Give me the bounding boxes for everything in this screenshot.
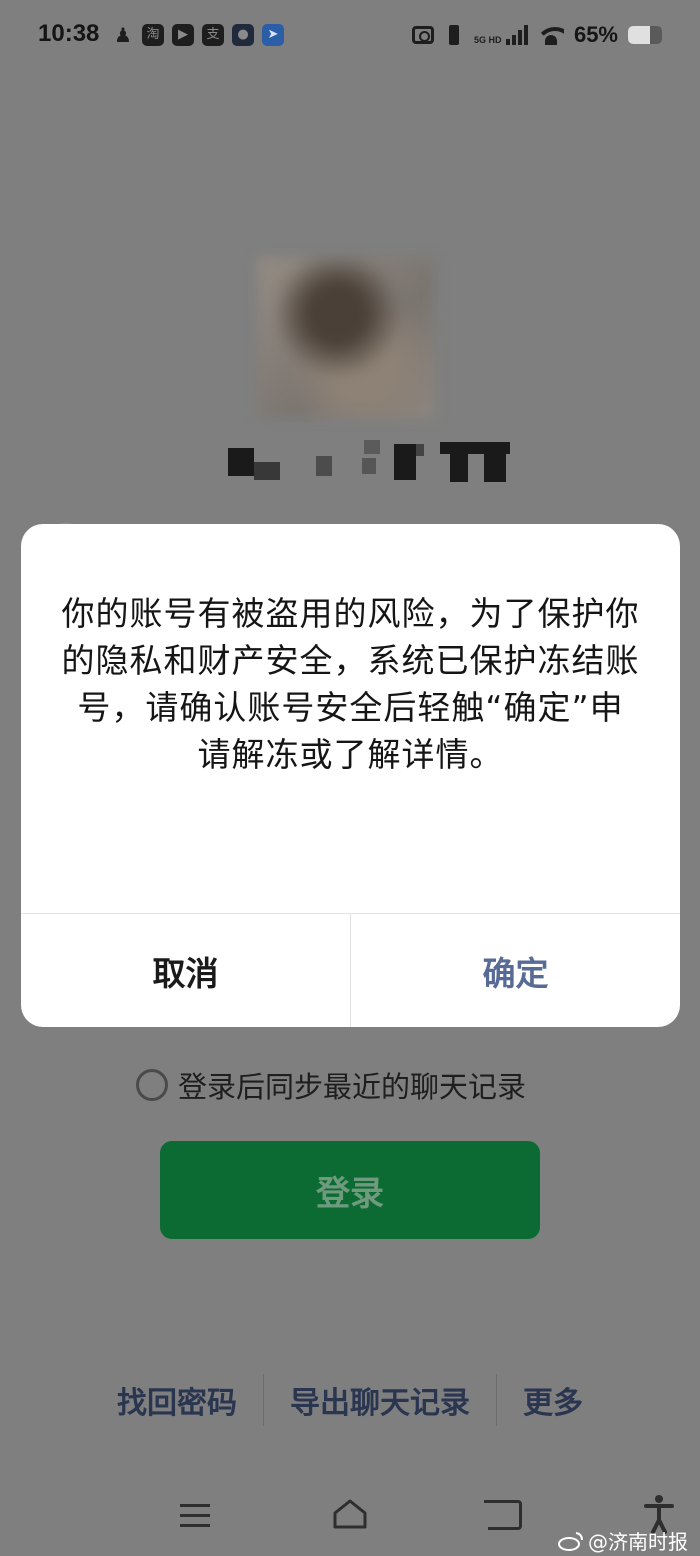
sync-chat-option[interactable]: 登录后同步最近的聊天记录 xyxy=(136,1064,526,1106)
home-icon[interactable] xyxy=(332,1498,368,1530)
battery-fill xyxy=(628,26,651,44)
watermark: @济南时报 xyxy=(558,1526,688,1555)
app-icon: ● xyxy=(232,24,254,46)
qq-icon: ♟ xyxy=(114,23,132,47)
taobao-icon: 淘 xyxy=(142,24,164,46)
status-bar: 10:38 ♟ 淘 ▶ 支 ● ➤ 5G HD 65% xyxy=(0,0,700,76)
menu-icon[interactable] xyxy=(180,1504,210,1534)
battery-icon xyxy=(628,26,662,44)
weibo-icon xyxy=(558,1531,583,1551)
system-icons: 5G HD 65% xyxy=(411,22,662,48)
vibrate-icon xyxy=(444,24,464,46)
notification-icons: ♟ 淘 ▶ 支 ● ➤ xyxy=(112,24,284,46)
alipay-icon: 支 xyxy=(202,24,224,46)
avatar xyxy=(258,258,434,418)
signal-icon xyxy=(505,25,528,45)
watermark-text: @济南时报 xyxy=(588,1530,688,1554)
more-link[interactable]: 更多 xyxy=(497,1378,609,1422)
wifi-icon xyxy=(537,25,564,45)
recover-password-link[interactable]: 找回密码 xyxy=(91,1378,263,1422)
dialog-message: 你的账号有被盗用的风险，为了保护你的隐私和财产安全，系统已保护冻结账号，请确认账… xyxy=(61,594,640,774)
network-label: 5G HD xyxy=(473,35,502,45)
account-frozen-dialog: 你的账号有被盗用的风险，为了保护你的隐私和财产安全，系统已保护冻结账号，请确认账… xyxy=(21,524,680,1027)
status-time: 10:38 xyxy=(38,20,100,47)
battery-percent: 65% xyxy=(573,22,618,47)
confirm-button[interactable]: 确定 xyxy=(351,914,680,1027)
bottom-links: 找回密码 导出聊天记录 更多 xyxy=(0,1372,700,1428)
sync-radio-button[interactable] xyxy=(136,1069,168,1101)
sync-label: 登录后同步最近的聊天记录 xyxy=(178,1070,527,1104)
video-icon: ▶ xyxy=(172,24,194,46)
back-icon[interactable] xyxy=(484,1500,522,1530)
export-chat-link[interactable]: 导出聊天记录 xyxy=(264,1378,496,1422)
login-button[interactable]: 登录 xyxy=(160,1141,540,1239)
dialog-actions: 取消 确定 xyxy=(21,913,680,1027)
username-obscured xyxy=(228,440,510,482)
ding-icon: ➤ xyxy=(262,24,284,46)
camera-icon xyxy=(411,26,434,44)
cancel-button[interactable]: 取消 xyxy=(21,914,351,1027)
